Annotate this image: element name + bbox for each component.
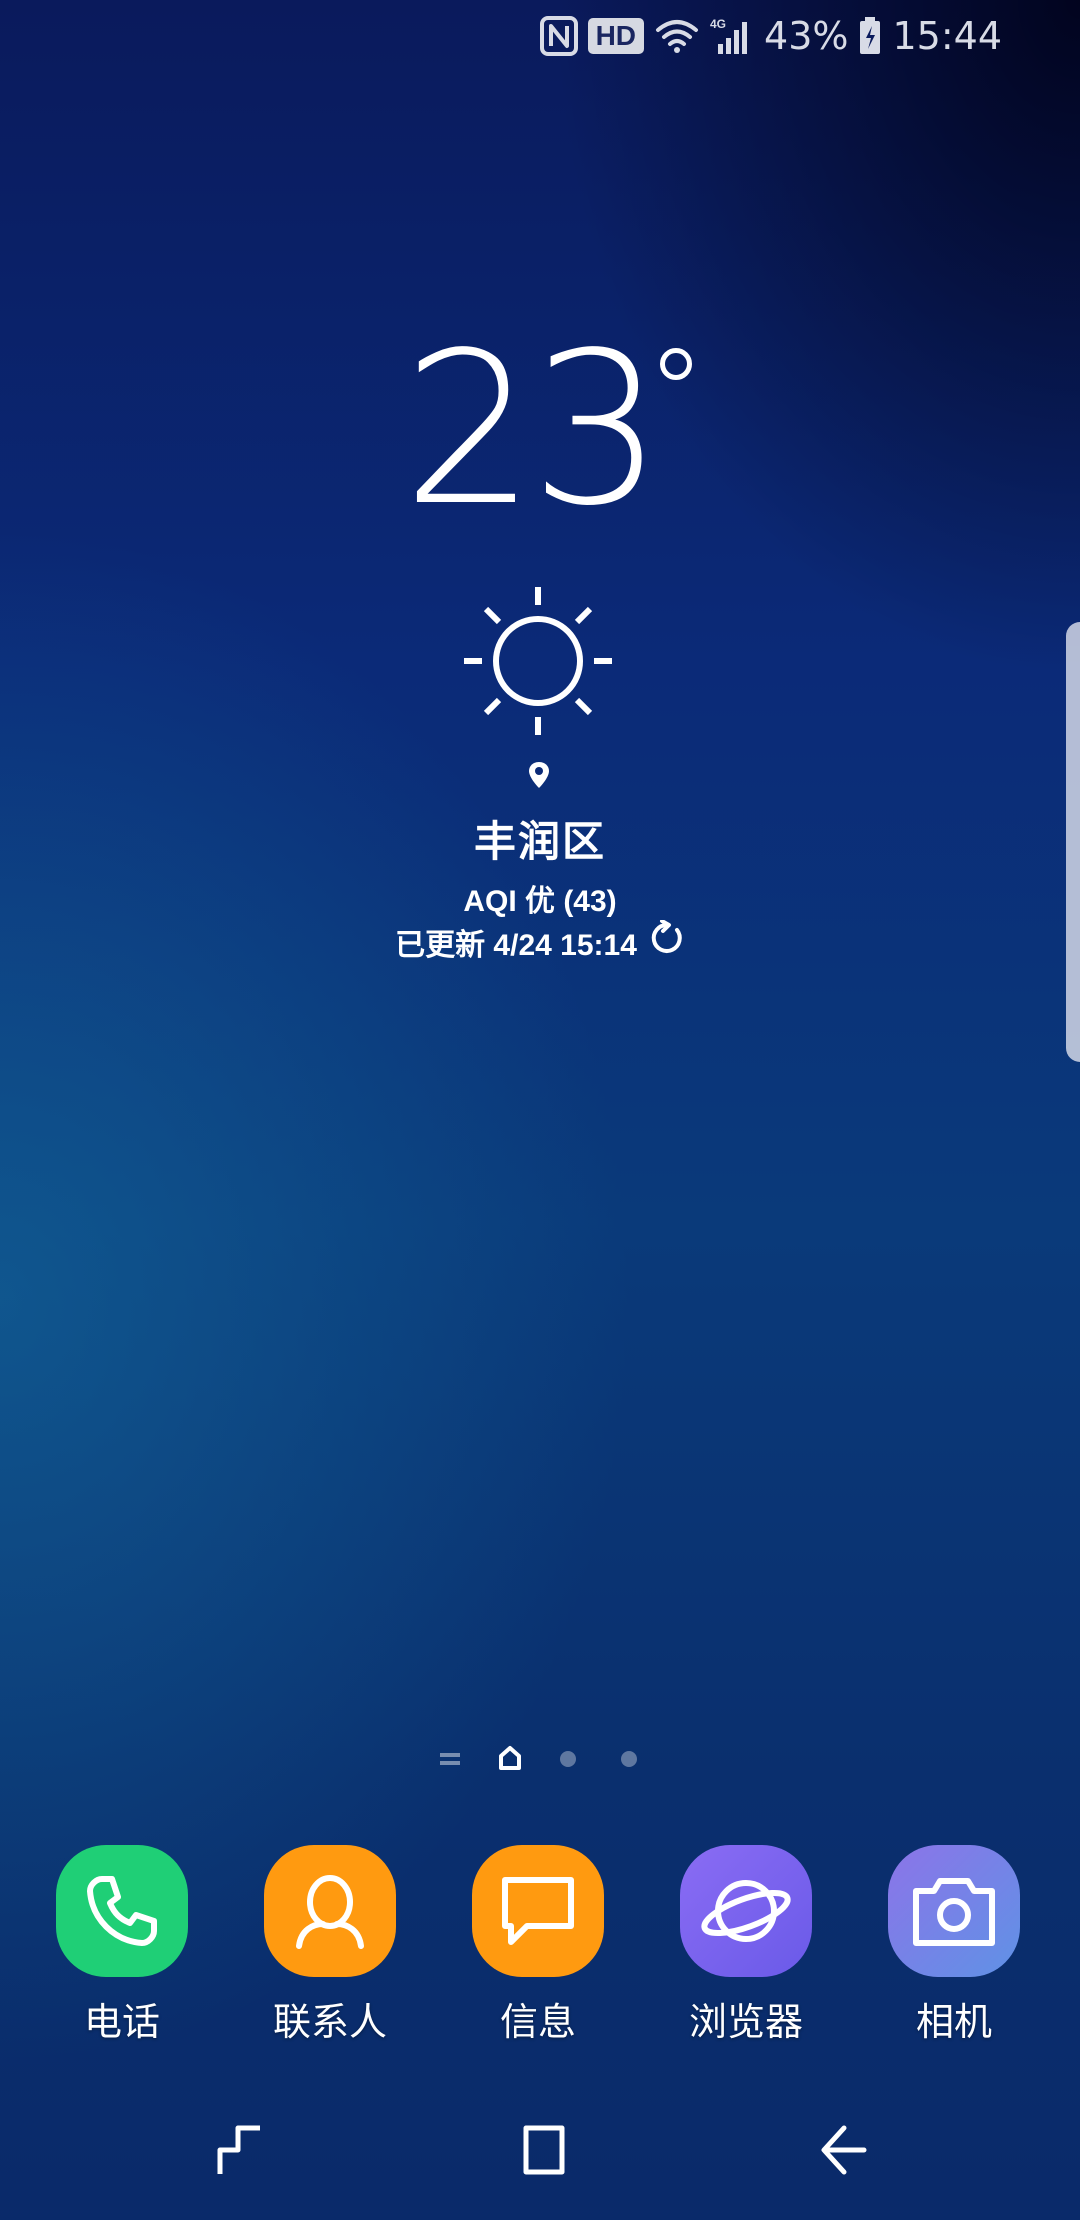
updated-row: 已更新 4/24 15:14 (0, 919, 1080, 964)
status-icons: HD 4G 43% 15:44 (539, 10, 1002, 62)
status-bar: HD 4G 43% 15:44 (0, 0, 1080, 72)
sun-icon (462, 585, 614, 742)
battery-percent: 43% (764, 14, 849, 58)
degree-icon (660, 348, 692, 380)
location-name: 丰润区 (473, 818, 606, 865)
back-icon[interactable] (818, 2120, 870, 2185)
temperature-value: 23 (402, 307, 663, 552)
app-label: 电话 (83, 2002, 160, 2044)
browser-icon[interactable] (680, 1845, 812, 1977)
app-label: 相机 (915, 2002, 992, 2044)
page-dot[interactable] (621, 1751, 637, 1772)
message-icon[interactable] (472, 1845, 604, 1977)
battery-icon (858, 16, 882, 56)
phone-icon[interactable] (56, 1845, 188, 1977)
temperature-display: 23 (0, 320, 1080, 540)
updated-text: 已更新 4/24 15:14 (395, 929, 637, 962)
app-contacts[interactable]: 联系人 (240, 1845, 420, 2046)
hd-icon: HD (587, 18, 645, 54)
app-label: 信息 (499, 2002, 576, 2044)
menu-page-icon[interactable] (440, 1751, 460, 1772)
location-pin-icon (527, 760, 551, 795)
app-messages[interactable]: 信息 (448, 1845, 628, 2046)
app-camera[interactable]: 相机 (864, 1845, 1044, 2046)
signal-4g-icon: 4G (710, 16, 754, 56)
app-label: 浏览器 (688, 2002, 803, 2044)
home-icon[interactable] (516, 2120, 568, 2185)
page-indicator (0, 1745, 1080, 1775)
nfc-icon (539, 16, 578, 56)
camera-icon[interactable] (888, 1845, 1020, 1977)
navigation-bar (0, 2120, 1080, 2190)
app-label: 联系人 (272, 2002, 387, 2044)
aqi-text: AQI 优 (43) (463, 885, 617, 918)
network-type-label: 4G (710, 17, 726, 31)
edge-panel-handle[interactable] (1066, 622, 1080, 1062)
clock: 15:44 (892, 14, 1002, 58)
app-dock: 电话 联系人 信息 浏览器 相机 (0, 1845, 1080, 2045)
wifi-icon (654, 16, 700, 56)
refresh-icon[interactable] (649, 919, 685, 964)
page-dot[interactable] (560, 1751, 576, 1772)
recents-icon[interactable] (214, 2120, 266, 2185)
app-browser[interactable]: 浏览器 (656, 1845, 836, 2046)
app-phone[interactable]: 电话 (32, 1845, 212, 2046)
home-page-icon[interactable] (498, 1745, 522, 1776)
contacts-icon[interactable] (264, 1845, 396, 1977)
